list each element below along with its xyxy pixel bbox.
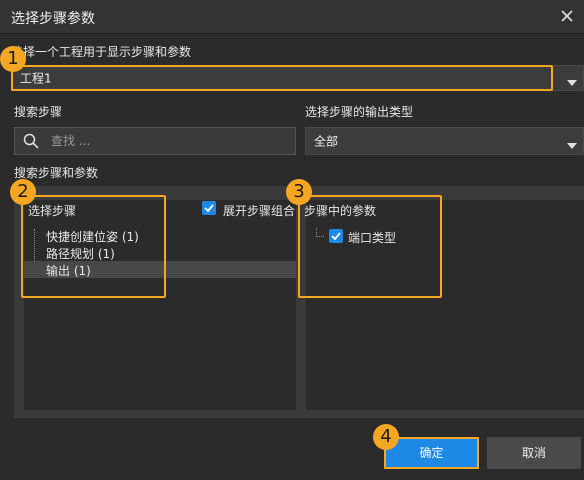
project-select[interactable]: 工程1 [11, 65, 584, 91]
callout-badge-1: 1 [0, 46, 26, 72]
param-label-port-type[interactable]: 端口类型 [348, 229, 396, 246]
output-type-value: 全部 [314, 134, 339, 149]
step-item-label: 路径规划 (1) [46, 247, 115, 261]
step-item-output[interactable]: 输出 (1) [24, 261, 296, 278]
window-title: 选择步骤参数 [11, 11, 95, 27]
output-type-label: 选择步骤的输出类型 [305, 105, 414, 119]
title-bar: 选择步骤参数 [0, 0, 584, 34]
chevron-down-icon [567, 75, 577, 86]
steps-header: 选择步骤 [28, 204, 77, 218]
cancel-button[interactable]: 取消 [487, 437, 581, 469]
callout-badge-3: 3 [286, 179, 312, 205]
step-item-label: 快捷创建位姿 (1) [46, 230, 139, 244]
search-input[interactable] [51, 132, 281, 150]
search-label: 搜索步骤 [14, 105, 63, 119]
step-item-path-planning[interactable]: 路径规划 (1) [24, 244, 296, 261]
expand-steps-checkbox[interactable] [202, 201, 216, 215]
callout-badge-4: 4 [373, 424, 399, 450]
params-header: 步骤中的参数 [304, 204, 377, 218]
callout-badge-2: 2 [10, 179, 36, 205]
tree-connector [316, 236, 324, 237]
steps-params-label: 搜索步骤和参数 [14, 166, 99, 180]
search-icon [23, 133, 39, 149]
param-checkbox-port-type[interactable] [329, 229, 343, 243]
ok-button[interactable]: 确定 [384, 437, 479, 469]
step-item-label: 输出 (1) [46, 264, 91, 278]
search-box[interactable] [14, 127, 296, 155]
chevron-down-icon [567, 138, 577, 149]
output-type-select[interactable]: 全部 [305, 127, 584, 155]
project-label: 选择一个工程用于显示步骤和参数 [11, 45, 192, 59]
step-item-quick-pose[interactable]: 快捷创建位姿 (1) [24, 227, 296, 244]
expand-steps-label[interactable]: 展开步骤组合 [223, 202, 295, 219]
project-value: 工程1 [20, 71, 52, 86]
close-icon[interactable] [556, 5, 578, 27]
